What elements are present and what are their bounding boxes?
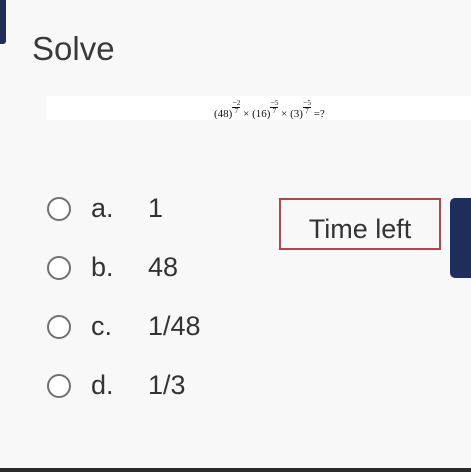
option-letter: b. <box>91 252 114 282</box>
option-value: 1 <box>148 193 164 223</box>
option-letter: a. <box>91 193 114 223</box>
option-letter: c. <box>91 311 113 341</box>
equation-times-2: × <box>278 108 291 120</box>
option-letter: d. <box>91 370 114 400</box>
equation: (48) −2 7 × (16) −5 7 × (3) −5 7 =? <box>214 99 325 123</box>
time-left-box: Time left <box>279 198 441 250</box>
radio-button-a[interactable] <box>47 197 71 221</box>
bottom-divider <box>0 468 471 472</box>
question-title: Solve <box>32 30 115 67</box>
equation-exponent-3: −5 7 <box>302 98 311 115</box>
equation-base-2: (16) <box>252 108 271 120</box>
top-accent-bar <box>0 0 6 44</box>
radio-button-b[interactable] <box>47 256 71 280</box>
option-value: 48 <box>148 252 179 282</box>
equation-tail: =? <box>310 108 325 120</box>
quiz-navigation-toggle-button[interactable] <box>450 198 471 278</box>
radio-button-d[interactable] <box>47 374 71 398</box>
time-left-label: Time left <box>308 214 412 244</box>
equation-base-1: (48) <box>214 108 233 120</box>
equation-base-3: (3) <box>290 108 303 120</box>
option-value: 1/3 <box>148 370 186 400</box>
radio-button-c[interactable] <box>47 315 71 339</box>
question-equation-image: (48) −2 7 × (16) −5 7 × (3) −5 7 =? <box>46 96 471 120</box>
equation-times-1: × <box>240 108 253 120</box>
option-value: 1/48 <box>148 311 201 341</box>
